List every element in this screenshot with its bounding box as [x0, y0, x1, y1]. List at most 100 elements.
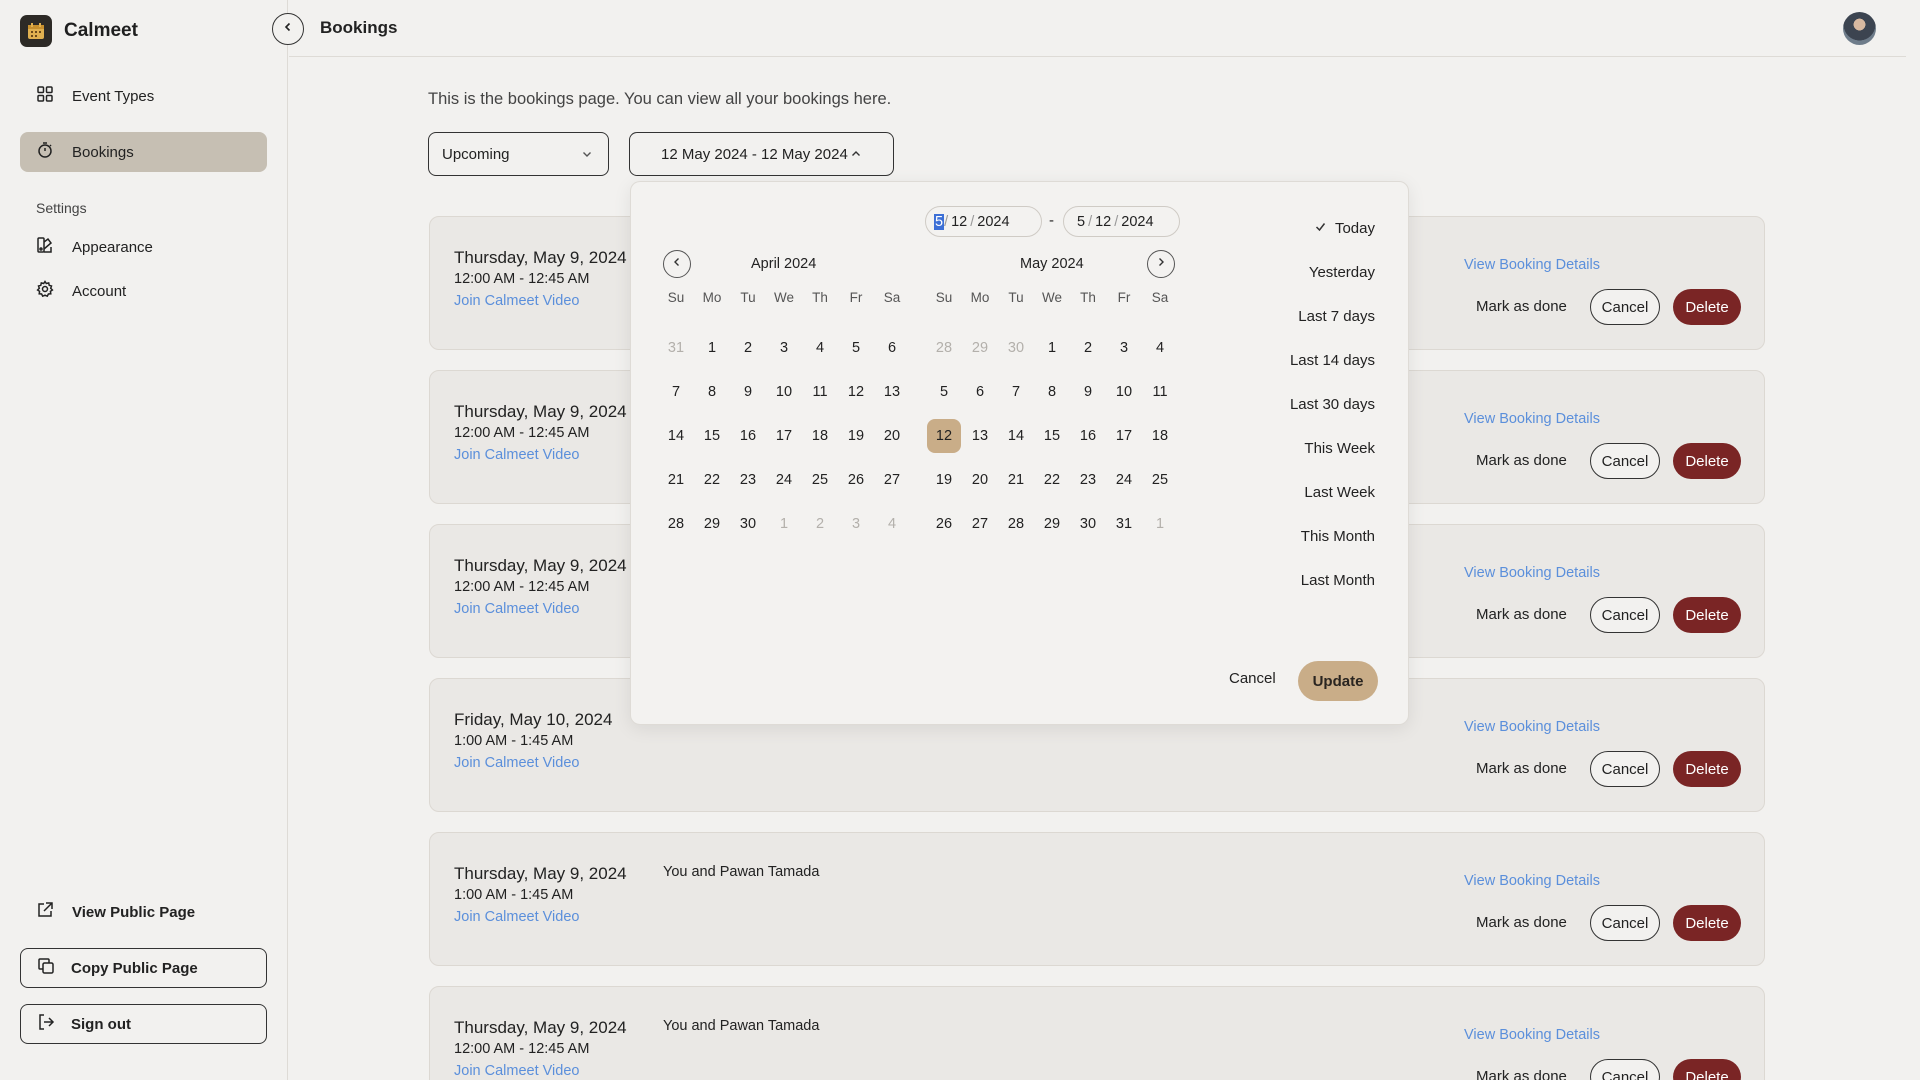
preset-last-7-days[interactable]: Last 7 days	[1245, 294, 1375, 338]
sign-out-button[interactable]: Sign out	[20, 1004, 267, 1044]
calendar-day[interactable]: 11	[1142, 370, 1178, 414]
preset-last-14-days[interactable]: Last 14 days	[1245, 338, 1375, 382]
join-video-link[interactable]: Join Calmeet Video	[454, 909, 579, 925]
calendar-day[interactable]: 3	[838, 502, 874, 546]
calendar-day[interactable]: 31	[1106, 502, 1142, 546]
calendar-day[interactable]: 22	[1034, 458, 1070, 502]
calendar-day[interactable]: 26	[838, 458, 874, 502]
calendar-day-selected[interactable]: 12	[926, 414, 962, 458]
calendar-day[interactable]: 27	[962, 502, 998, 546]
calendar-day[interactable]: 23	[730, 458, 766, 502]
sidebar-item-appearance[interactable]: Appearance	[20, 227, 267, 267]
calendar-day[interactable]: 1	[766, 502, 802, 546]
preset-this-week[interactable]: This Week	[1245, 426, 1375, 470]
calendar-day[interactable]: 29	[962, 326, 998, 370]
cancel-booking-button[interactable]: Cancel	[1590, 1059, 1660, 1080]
calendar-day[interactable]: 9	[730, 370, 766, 414]
end-year-segment[interactable]: 2024	[1118, 214, 1156, 230]
date-range-button[interactable]: 12 May 2024 - 12 May 2024	[629, 132, 894, 176]
cancel-booking-button[interactable]: Cancel	[1590, 905, 1660, 941]
calendar-day[interactable]: 5	[838, 326, 874, 370]
preset-this-month[interactable]: This Month	[1245, 514, 1375, 558]
sidebar-item-event-types[interactable]: Event Types	[20, 76, 267, 116]
calendar-day[interactable]: 24	[1106, 458, 1142, 502]
preset-today[interactable]: Today	[1245, 206, 1375, 250]
cancel-booking-button[interactable]: Cancel	[1590, 597, 1660, 633]
brand[interactable]: Calmeet	[20, 15, 138, 47]
calendar-day[interactable]: 15	[1034, 414, 1070, 458]
picker-cancel-button[interactable]: Cancel	[1229, 670, 1276, 687]
avatar[interactable]	[1843, 12, 1876, 45]
calendar-day[interactable]: 30	[998, 326, 1034, 370]
copy-public-page-button[interactable]: Copy Public Page	[20, 948, 267, 988]
join-video-link[interactable]: Join Calmeet Video	[454, 755, 579, 771]
sidebar-item-bookings[interactable]: Bookings	[20, 132, 267, 172]
calendar-day[interactable]: 10	[766, 370, 802, 414]
calendar-day[interactable]: 9	[1070, 370, 1106, 414]
next-month-button[interactable]	[1147, 250, 1175, 278]
calendar-day[interactable]: 28	[998, 502, 1034, 546]
calendar-day[interactable]: 8	[1034, 370, 1070, 414]
join-video-link[interactable]: Join Calmeet Video	[454, 293, 579, 309]
start-day-segment[interactable]: 12	[948, 214, 970, 230]
delete-booking-button[interactable]: Delete	[1673, 1059, 1741, 1080]
calendar-day[interactable]: 30	[730, 502, 766, 546]
end-month-segment[interactable]: 5	[1074, 214, 1088, 230]
join-video-link[interactable]: Join Calmeet Video	[454, 1063, 579, 1079]
preset-last-30-days[interactable]: Last 30 days	[1245, 382, 1375, 426]
calendar-day[interactable]: 17	[1106, 414, 1142, 458]
view-booking-details-link[interactable]: View Booking Details	[1464, 873, 1600, 889]
calendar-day[interactable]: 18	[802, 414, 838, 458]
calendar-day[interactable]: 1	[694, 326, 730, 370]
calendar-day[interactable]: 3	[766, 326, 802, 370]
calendar-day[interactable]: 24	[766, 458, 802, 502]
view-booking-details-link[interactable]: View Booking Details	[1464, 257, 1600, 273]
calendar-day[interactable]: 1	[1142, 502, 1178, 546]
calendar-day[interactable]: 1	[1034, 326, 1070, 370]
calendar-day[interactable]: 2	[1070, 326, 1106, 370]
calendar-day[interactable]: 10	[1106, 370, 1142, 414]
calendar-day[interactable]: 15	[694, 414, 730, 458]
calendar-day[interactable]: 4	[874, 502, 910, 546]
calendar-day[interactable]: 18	[1142, 414, 1178, 458]
end-day-segment[interactable]: 12	[1092, 214, 1114, 230]
join-video-link[interactable]: Join Calmeet Video	[454, 447, 579, 463]
calendar-day[interactable]: 17	[766, 414, 802, 458]
calendar-day[interactable]: 19	[926, 458, 962, 502]
cancel-booking-button[interactable]: Cancel	[1590, 751, 1660, 787]
mark-as-done-button[interactable]: Mark as done	[1476, 606, 1567, 623]
delete-booking-button[interactable]: Delete	[1673, 751, 1741, 787]
cancel-booking-button[interactable]: Cancel	[1590, 289, 1660, 325]
calendar-day[interactable]: 16	[730, 414, 766, 458]
calendar-day[interactable]: 20	[874, 414, 910, 458]
mark-as-done-button[interactable]: Mark as done	[1476, 760, 1567, 777]
calendar-day[interactable]: 11	[802, 370, 838, 414]
delete-booking-button[interactable]: Delete	[1673, 905, 1741, 941]
join-video-link[interactable]: Join Calmeet Video	[454, 601, 579, 617]
mark-as-done-button[interactable]: Mark as done	[1476, 452, 1567, 469]
previous-month-button[interactable]	[663, 250, 691, 278]
calendar-day[interactable]: 27	[874, 458, 910, 502]
picker-update-button[interactable]: Update	[1298, 661, 1378, 701]
calendar-day[interactable]: 22	[694, 458, 730, 502]
calendar-day[interactable]: 20	[962, 458, 998, 502]
calendar-day[interactable]: 23	[1070, 458, 1106, 502]
calendar-day[interactable]: 12	[838, 370, 874, 414]
mark-as-done-button[interactable]: Mark as done	[1476, 298, 1567, 315]
calendar-day[interactable]: 30	[1070, 502, 1106, 546]
calendar-day[interactable]: 2	[802, 502, 838, 546]
start-year-segment[interactable]: 2024	[974, 214, 1012, 230]
calendar-day[interactable]: 14	[658, 414, 694, 458]
delete-booking-button[interactable]: Delete	[1673, 443, 1741, 479]
booking-status-select[interactable]: Upcoming	[428, 132, 609, 176]
calendar-day[interactable]: 13	[962, 414, 998, 458]
view-booking-details-link[interactable]: View Booking Details	[1464, 1027, 1600, 1043]
collapse-sidebar-button[interactable]	[272, 13, 304, 45]
calendar-day[interactable]: 16	[1070, 414, 1106, 458]
calendar-day[interactable]: 31	[658, 326, 694, 370]
calendar-day[interactable]: 19	[838, 414, 874, 458]
view-booking-details-link[interactable]: View Booking Details	[1464, 411, 1600, 427]
calendar-day[interactable]: 26	[926, 502, 962, 546]
calendar-day[interactable]: 8	[694, 370, 730, 414]
calendar-day[interactable]: 28	[926, 326, 962, 370]
